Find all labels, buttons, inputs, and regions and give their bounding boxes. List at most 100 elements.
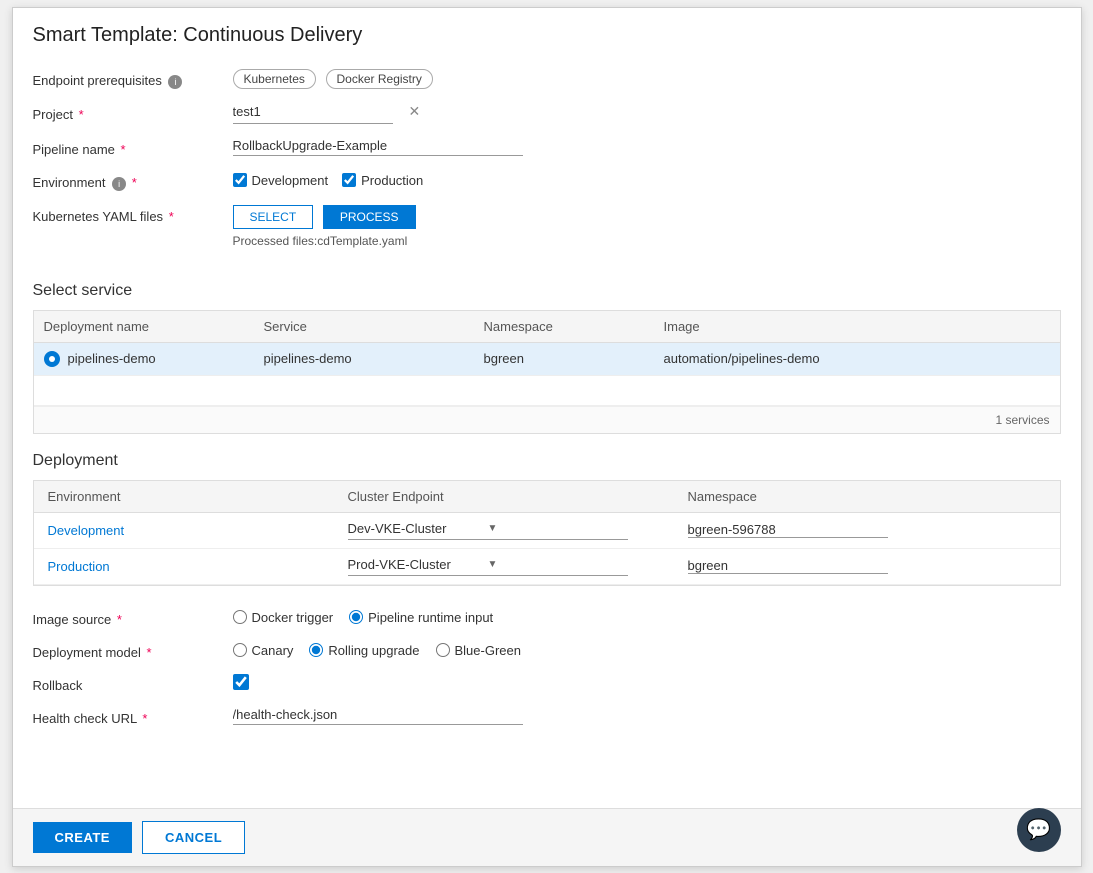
dev-cluster-select[interactable]: Dev-VKE-Cluster ▼ xyxy=(348,521,628,540)
environment-label: Environment i * xyxy=(33,171,233,191)
k8s-yaml-buttons: SELECT PROCESS xyxy=(233,205,1061,229)
service-table-footer: 1 services xyxy=(34,406,1060,433)
process-button[interactable]: PROCESS xyxy=(323,205,416,229)
processed-files-text: Processed files:cdTemplate.yaml xyxy=(233,234,1061,248)
health-check-label: Health check URL * xyxy=(33,707,233,726)
th-service: Service xyxy=(254,311,474,343)
pipeline-runtime-label[interactable]: Pipeline runtime input xyxy=(349,610,493,625)
project-input-wrapper: ✕ xyxy=(233,103,393,124)
prod-cluster-select[interactable]: Prod-VKE-Cluster ▼ xyxy=(348,557,628,576)
table-row[interactable]: pipelines-demo pipelines-demo bgreen aut… xyxy=(34,342,1060,375)
canary-radio[interactable] xyxy=(233,643,247,657)
project-input[interactable] xyxy=(233,104,409,119)
development-checkbox-label[interactable]: Development xyxy=(233,173,329,188)
environment-checkboxes: Development Production xyxy=(233,171,1061,188)
endpoint-prerequisites-label: Endpoint prerequisites i xyxy=(33,69,233,89)
pipeline-name-input[interactable] xyxy=(233,138,523,156)
pipeline-name-label: Pipeline name * xyxy=(33,138,233,157)
th-image: Image xyxy=(654,311,1060,343)
k8s-yaml-control: SELECT PROCESS Processed files:cdTemplat… xyxy=(233,205,1061,248)
prod-cluster-arrow: ▼ xyxy=(488,559,628,570)
image-source-radios: Docker trigger Pipeline runtime input xyxy=(233,608,1061,625)
deployment-section-title: Deployment xyxy=(33,452,1061,470)
dev-namespace-input[interactable] xyxy=(688,522,888,538)
deployment-table-container: Environment Cluster Endpoint Namespace D… xyxy=(33,480,1061,586)
form-area: Endpoint prerequisites i Kubernetes Dock… xyxy=(13,59,1081,272)
blue-green-label[interactable]: Blue-Green xyxy=(436,643,521,658)
empty-row xyxy=(34,375,1060,405)
docker-trigger-label[interactable]: Docker trigger xyxy=(233,610,334,625)
development-checkbox[interactable] xyxy=(233,173,247,187)
rollback-row: Rollback xyxy=(33,674,1061,693)
image-source-label: Image source * xyxy=(33,608,233,627)
deployment-row-development: Development Dev-VKE-Cluster ▼ xyxy=(34,512,1060,548)
prod-namespace-input[interactable] xyxy=(688,558,888,574)
chat-bubble-button[interactable]: 💬 xyxy=(1017,808,1061,852)
image-source-row: Image source * Docker trigger Pipeline r… xyxy=(33,608,1061,627)
th-env: Environment xyxy=(34,481,334,513)
modal-container: Smart Template: Continuous Delivery Endp… xyxy=(12,7,1082,867)
td-namespace: bgreen xyxy=(474,342,654,375)
th-deployment-name: Deployment name xyxy=(34,311,254,343)
td-ns-production xyxy=(674,548,1060,584)
environment-control: Development Production xyxy=(233,171,1061,188)
pipeline-name-row: Pipeline name * xyxy=(33,138,1061,157)
environment-row: Environment i * Development Production xyxy=(33,171,1061,191)
project-control: ✕ xyxy=(233,103,1061,124)
k8s-yaml-row: Kubernetes YAML files * SELECT PROCESS P… xyxy=(33,205,1061,248)
health-check-control xyxy=(233,707,1061,725)
row-radio-dot xyxy=(44,351,60,367)
th-cluster: Cluster Endpoint xyxy=(334,481,674,513)
select-service-title: Select service xyxy=(33,282,1061,300)
health-check-row: Health check URL * xyxy=(33,707,1061,726)
rollback-label: Rollback xyxy=(33,674,233,693)
deployment-model-row: Deployment model * Canary Rolling upgrad… xyxy=(33,641,1061,660)
td-image: automation/pipelines-demo xyxy=(654,342,1060,375)
service-table-container: Deployment name Service Namespace Image … xyxy=(33,310,1061,434)
pipeline-name-control xyxy=(233,138,1061,156)
cancel-button[interactable]: CANCEL xyxy=(142,821,245,854)
rollback-control xyxy=(233,674,1061,693)
deployment-model-control: Canary Rolling upgrade Blue-Green xyxy=(233,641,1061,658)
deployment-model-radios: Canary Rolling upgrade Blue-Green xyxy=(233,641,1061,658)
td-env-production: Production xyxy=(34,548,334,584)
image-source-area: Image source * Docker trigger Pipeline r… xyxy=(13,586,1081,750)
td-ns-development xyxy=(674,512,1060,548)
deployment-table: Environment Cluster Endpoint Namespace D… xyxy=(34,481,1060,585)
image-source-control: Docker trigger Pipeline runtime input xyxy=(233,608,1061,625)
endpoint-pills-area: Kubernetes Docker Registry xyxy=(233,69,1061,89)
k8s-yaml-label: Kubernetes YAML files * xyxy=(33,205,233,224)
service-table-header-row: Deployment name Service Namespace Image xyxy=(34,311,1060,343)
blue-green-radio[interactable] xyxy=(436,643,450,657)
create-button[interactable]: CREATE xyxy=(33,822,132,853)
modal-title: Smart Template: Continuous Delivery xyxy=(13,8,1081,59)
project-clear-btn[interactable]: ✕ xyxy=(409,103,421,121)
rollback-checkbox[interactable] xyxy=(233,674,249,690)
dev-cluster-arrow: ▼ xyxy=(488,523,628,534)
td-cluster-development: Dev-VKE-Cluster ▼ xyxy=(334,512,674,548)
td-cluster-production: Prod-VKE-Cluster ▼ xyxy=(334,548,674,584)
health-check-input[interactable] xyxy=(233,707,523,725)
rolling-upgrade-label[interactable]: Rolling upgrade xyxy=(309,643,419,658)
endpoint-prerequisites-row: Endpoint prerequisites i Kubernetes Dock… xyxy=(33,69,1061,89)
environment-info-icon[interactable]: i xyxy=(112,177,126,191)
endpoint-info-icon[interactable]: i xyxy=(168,75,182,89)
canary-label[interactable]: Canary xyxy=(233,643,294,658)
select-button[interactable]: SELECT xyxy=(233,205,314,229)
td-service: pipelines-demo xyxy=(254,342,474,375)
chat-bubble-icon: 💬 xyxy=(1026,817,1051,842)
production-checkbox[interactable] xyxy=(342,173,356,187)
deployment-header-row: Environment Cluster Endpoint Namespace xyxy=(34,481,1060,513)
deployment-row-production: Production Prod-VKE-Cluster ▼ xyxy=(34,548,1060,584)
project-label: Project * xyxy=(33,103,233,122)
th-ns: Namespace xyxy=(674,481,1060,513)
docker-registry-pill: Docker Registry xyxy=(326,69,433,89)
rolling-upgrade-radio[interactable] xyxy=(309,643,323,657)
kubernetes-pill: Kubernetes xyxy=(233,69,316,89)
pipeline-runtime-radio[interactable] xyxy=(349,610,363,624)
service-table: Deployment name Service Namespace Image … xyxy=(34,311,1060,406)
deployment-model-label: Deployment model * xyxy=(33,641,233,660)
docker-trigger-radio[interactable] xyxy=(233,610,247,624)
td-env-development: Development xyxy=(34,512,334,548)
production-checkbox-label[interactable]: Production xyxy=(342,173,423,188)
